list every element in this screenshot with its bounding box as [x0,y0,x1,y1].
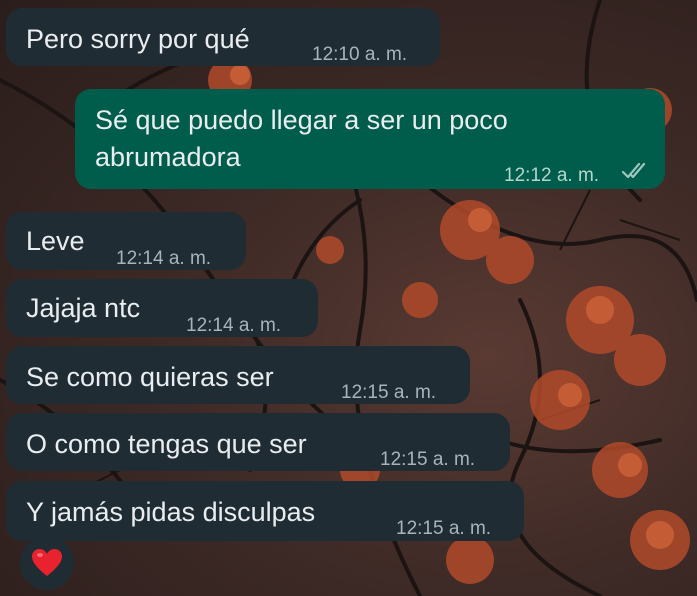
message-time: 12:10 a. m. [312,44,408,65]
message-time: 12:14 a. m. [116,248,212,269]
message-time: 12:15 a. m. [380,449,476,470]
message-text: Y jamás pidas disculpas [26,497,316,527]
message-text-line-1: Sé que puedo llegar a ser un poco [95,105,508,135]
incoming-message[interactable]: Leve 12:14 a. m. [6,212,246,270]
outgoing-message[interactable]: Sé que puedo llegar a ser un poco abruma… [75,89,665,189]
incoming-message[interactable]: O como tengas que ser 12:15 a. m. [6,413,510,471]
double-check-icon [621,162,646,179]
message-text: Pero sorry por qué [26,24,250,54]
reaction-badge[interactable] [20,536,74,590]
message-time: 12:12 a. m. [504,165,600,186]
message-text: O como tengas que ser [26,429,307,459]
message-time: 12:14 a. m. [186,315,282,336]
incoming-message[interactable]: Se como quieras ser 12:15 a. m. [6,346,470,404]
message-text-line-2: abrumadora [95,142,241,172]
message-time: 12:15 a. m. [396,518,492,539]
message-text: Jajaja ntc [26,293,141,323]
red-heart-icon [32,549,62,576]
message-text: Leve [26,226,85,256]
message-time: 12:15 a. m. [341,382,437,403]
incoming-message[interactable]: Jajaja ntc 12:14 a. m. [6,279,318,337]
incoming-message[interactable]: Pero sorry por qué 12:10 a. m. [6,8,440,66]
incoming-message[interactable]: Y jamás pidas disculpas 12:15 a. m. [6,481,524,541]
message-text: Se como quieras ser [26,362,274,392]
